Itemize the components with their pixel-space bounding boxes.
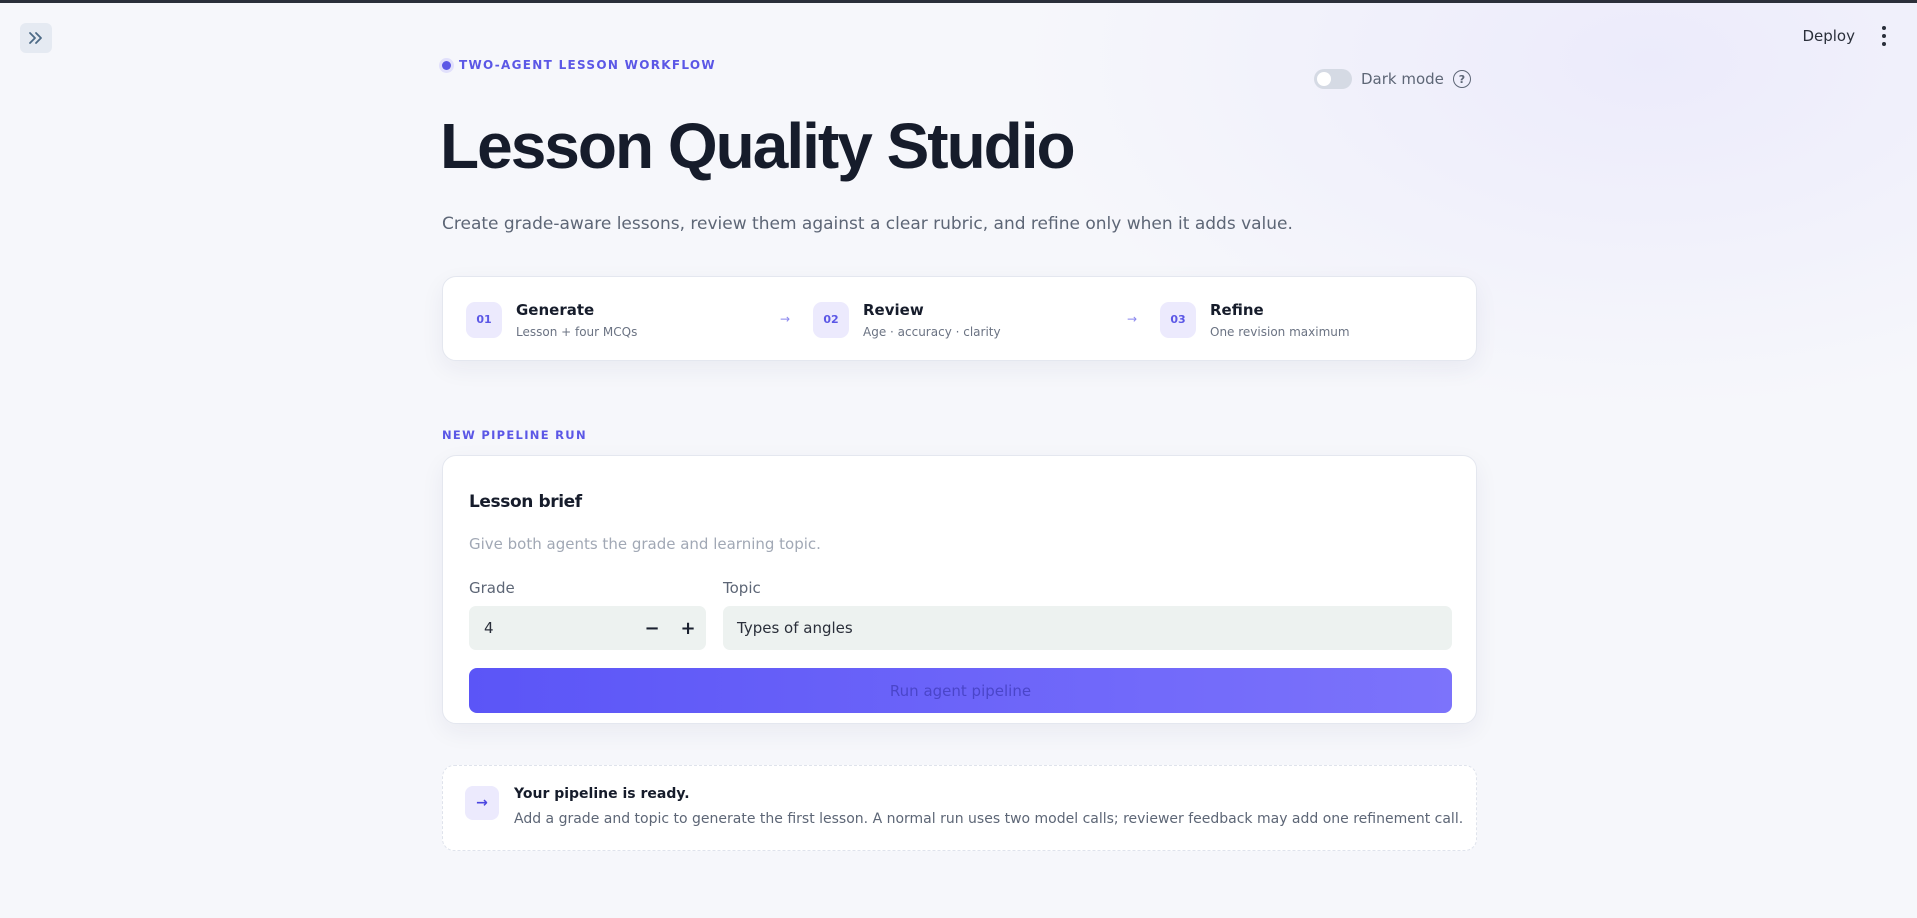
double-chevron-right-icon [29,32,42,44]
dark-mode-label: Dark mode [1361,70,1444,88]
page-subtitle: Create grade-aware lessons, review them … [442,214,1293,234]
step-number: 03 [1160,301,1196,338]
grade-label: Grade [469,579,515,597]
increment-button[interactable]: + [670,606,706,650]
ready-text: Add a grade and topic to generate the fi… [514,811,1464,827]
step-desc: Lesson + four MCQs [516,324,638,339]
step-name: Review [863,300,924,319]
dark-mode-control: Dark mode ? [1314,69,1471,89]
grade-input[interactable]: 4 [469,619,634,637]
step-review: 02 Review Age · accuracy · clarity [813,277,1001,362]
lesson-brief-card: Lesson brief Give both agents the grade … [442,455,1477,724]
dark-mode-toggle[interactable] [1314,69,1352,89]
brief-title: Lesson brief [469,492,582,512]
step-number: 01 [466,301,502,338]
step-desc: Age · accuracy · clarity [863,324,1001,339]
more-menu-icon[interactable] [1877,26,1891,46]
eyebrow-text: TWO-AGENT LESSON WORKFLOW [459,58,716,72]
deploy-button[interactable]: Deploy [1802,27,1855,45]
dot-icon [442,60,451,70]
step-generate: 01 Generate Lesson + four MCQs [466,277,637,362]
run-pipeline-button[interactable]: Run agent pipeline [469,668,1452,713]
ready-notice: → Your pipeline is ready. Add a grade an… [442,765,1477,851]
help-icon[interactable]: ? [1452,70,1471,88]
top-border [0,0,1917,3]
grade-stepper: 4 − + [469,606,706,650]
eyebrow: TWO-AGENT LESSON WORKFLOW [442,58,716,72]
step-number: 02 [813,301,849,338]
arrow-right-icon: → [1127,312,1138,326]
topic-input[interactable]: Types of angles [723,606,1452,650]
step-refine: 03 Refine One revision maximum [1160,277,1350,362]
workflow-steps: 01 Generate Lesson + four MCQs → 02 Revi… [442,276,1477,361]
arrow-right-icon: → [780,312,791,326]
page-title: Lesson Quality Studio [440,110,1076,182]
toggle-knob [1317,72,1331,86]
step-name: Generate [516,300,595,319]
section-label: NEW PIPELINE RUN [442,428,587,442]
step-name: Refine [1210,300,1264,319]
decrement-button[interactable]: − [634,606,670,650]
ready-title: Your pipeline is ready. [514,786,690,802]
brief-subtitle: Give both agents the grade and learning … [469,535,821,553]
step-desc: One revision maximum [1210,324,1350,339]
arrow-right-icon: → [465,786,499,820]
topic-label: Topic [723,579,761,597]
sidebar-expand-button[interactable] [20,23,52,53]
